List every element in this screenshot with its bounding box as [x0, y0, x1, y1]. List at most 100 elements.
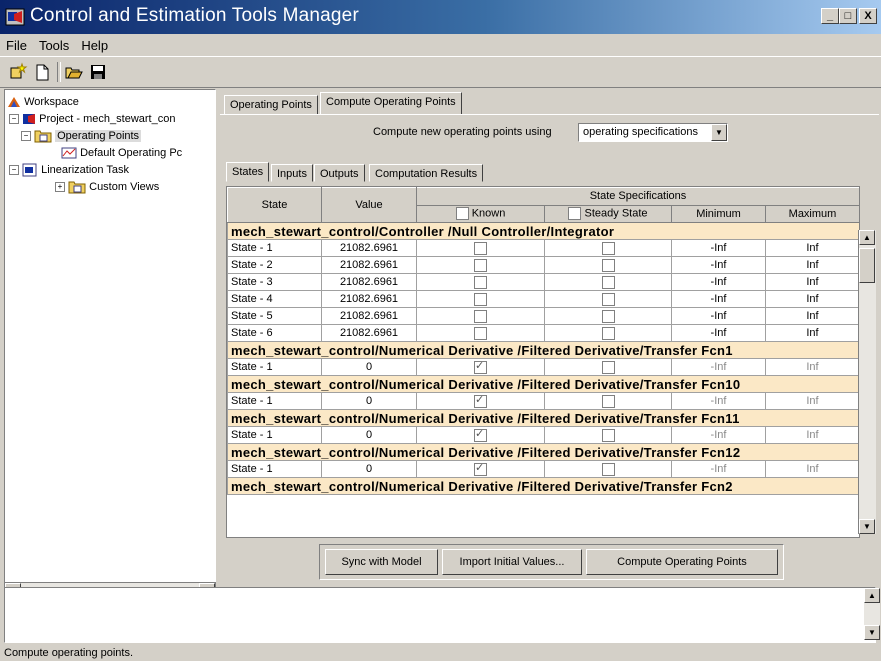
tab-states[interactable]: States	[226, 162, 270, 182]
tree-node-operating-points[interactable]: − Operating Points	[21, 128, 142, 144]
chevron-down-icon[interactable]: ▼	[711, 124, 727, 141]
state-cell[interactable]: State - 6	[227, 324, 322, 342]
minimum-cell[interactable]: -Inf	[671, 307, 766, 325]
table-row[interactable]: State - 3 21082.6961 -Inf Inf	[227, 273, 859, 291]
minimum-cell[interactable]: -Inf	[671, 392, 766, 410]
steady-checkbox[interactable]	[601, 394, 615, 408]
table-row[interactable]: State - 5 21082.6961 -Inf Inf	[227, 307, 859, 325]
known-checkbox[interactable]	[474, 326, 487, 340]
table-row[interactable]: State - 4 21082.6961 -Inf Inf	[227, 290, 859, 308]
value-cell[interactable]: 0	[321, 460, 417, 478]
steady-checkbox[interactable]	[601, 428, 615, 442]
known-checkbox[interactable]	[474, 258, 487, 272]
known-checkbox[interactable]	[474, 309, 487, 323]
maximum-cell[interactable]: Inf	[765, 358, 859, 376]
minimize-button[interactable]: _	[821, 8, 839, 24]
state-cell[interactable]: State - 3	[227, 273, 322, 291]
collapse-icon[interactable]: −	[9, 114, 19, 125]
compute-operating-points-button[interactable]: Compute Operating Points	[586, 549, 778, 575]
steady-checkbox[interactable]	[601, 241, 615, 255]
new-task-icon[interactable]	[32, 62, 52, 82]
table-row[interactable]: State - 10 -InfInf	[227, 460, 859, 478]
sync-with-model-button[interactable]: Sync with Model	[325, 549, 438, 575]
maximum-cell[interactable]: Inf	[765, 290, 859, 308]
known-all-checkbox[interactable]	[455, 207, 469, 221]
close-button[interactable]: X	[859, 8, 877, 24]
state-cell[interactable]: State - 4	[227, 290, 322, 308]
table-row[interactable]: State - 2 21082.6961 -Inf Inf	[227, 256, 859, 274]
known-checkbox[interactable]	[474, 360, 487, 374]
maximum-cell[interactable]: Inf	[765, 426, 859, 444]
scroll-down-icon[interactable]: ▼	[859, 519, 875, 534]
tab-operating-points[interactable]: Operating Points	[224, 95, 318, 115]
menu-help[interactable]: Help	[75, 34, 114, 53]
state-cell[interactable]: State - 1	[227, 426, 322, 444]
tab-outputs[interactable]: Outputs	[314, 164, 365, 182]
steady-all-checkbox[interactable]	[568, 207, 582, 221]
known-checkbox[interactable]	[474, 292, 487, 306]
tree-node-default-op[interactable]: Default Operating Pc	[61, 145, 182, 161]
collapse-icon[interactable]: −	[21, 131, 31, 142]
steady-checkbox[interactable]	[601, 360, 615, 374]
minimum-cell[interactable]: -Inf	[671, 239, 766, 257]
table-row[interactable]: State - 10 -InfInf	[227, 426, 859, 444]
known-checkbox[interactable]	[474, 394, 487, 408]
import-initial-values-button[interactable]: Import Initial Values...	[442, 549, 582, 575]
maximum-cell[interactable]: Inf	[765, 273, 859, 291]
maximum-cell[interactable]: Inf	[765, 460, 859, 478]
scroll-up-icon[interactable]: ▲	[864, 588, 880, 603]
table-row[interactable]: State - 6 21082.6961 -Inf Inf	[227, 324, 859, 342]
maximum-cell[interactable]: Inf	[765, 324, 859, 342]
value-cell[interactable]: 0	[321, 392, 417, 410]
scroll-up-icon[interactable]: ▲	[859, 230, 875, 245]
tree-node-project[interactable]: − Project - mech_stewart_con	[9, 111, 175, 127]
menu-file[interactable]: File	[0, 34, 33, 53]
state-cell[interactable]: State - 2	[227, 256, 322, 274]
collapse-icon[interactable]: −	[9, 165, 19, 176]
tree-node-custom-views[interactable]: + Custom Views	[55, 179, 159, 195]
minimum-cell[interactable]: -Inf	[671, 324, 766, 342]
value-cell[interactable]: 21082.6961	[321, 290, 417, 308]
steady-checkbox[interactable]	[601, 275, 615, 289]
maximum-cell[interactable]: Inf	[765, 307, 859, 325]
maximum-cell[interactable]: Inf	[765, 239, 859, 257]
known-checkbox[interactable]	[474, 275, 487, 289]
minimum-cell[interactable]: -Inf	[671, 358, 766, 376]
table-row[interactable]: State - 1 21082.6961 -Inf Inf	[227, 239, 859, 257]
state-cell[interactable]: State - 1	[227, 239, 322, 257]
scroll-thumb[interactable]	[859, 248, 875, 283]
known-checkbox[interactable]	[474, 241, 487, 255]
scroll-down-icon[interactable]: ▼	[864, 625, 880, 640]
compute-method-select[interactable]: operating specifications ▼	[578, 123, 728, 142]
minimum-cell[interactable]: -Inf	[671, 460, 766, 478]
value-cell[interactable]: 21082.6961	[321, 273, 417, 291]
steady-checkbox[interactable]	[601, 326, 615, 340]
maximum-cell[interactable]: Inf	[765, 392, 859, 410]
value-cell[interactable]: 21082.6961	[321, 256, 417, 274]
state-cell[interactable]: State - 5	[227, 307, 322, 325]
tab-computation-results[interactable]: Computation Results	[369, 164, 484, 182]
steady-checkbox[interactable]	[601, 462, 615, 476]
tree-node-workspace[interactable]: Workspace	[7, 94, 79, 110]
open-icon[interactable]	[64, 62, 84, 82]
tab-inputs[interactable]: Inputs	[271, 164, 313, 182]
steady-checkbox[interactable]	[601, 292, 615, 306]
table-vertical-scrollbar[interactable]: ▲ ▼	[858, 230, 876, 534]
menu-tools[interactable]: Tools	[33, 34, 75, 53]
project-tree[interactable]: Workspace − Project - mech_stewart_con −…	[4, 89, 216, 584]
maximum-cell[interactable]: Inf	[765, 256, 859, 274]
new-project-icon[interactable]	[8, 62, 28, 82]
minimum-cell[interactable]: -Inf	[671, 426, 766, 444]
table-row[interactable]: State - 10 -InfInf	[227, 358, 859, 376]
minimum-cell[interactable]: -Inf	[671, 273, 766, 291]
value-cell[interactable]: 21082.6961	[321, 324, 417, 342]
state-cell[interactable]: State - 1	[227, 358, 322, 376]
table-row[interactable]: State - 10 -InfInf	[227, 392, 859, 410]
value-cell[interactable]: 21082.6961	[321, 239, 417, 257]
state-cell[interactable]: State - 1	[227, 460, 322, 478]
state-cell[interactable]: State - 1	[227, 392, 322, 410]
states-table[interactable]: State Value State Specifications Known S…	[226, 186, 860, 538]
message-console[interactable]	[4, 587, 876, 643]
maximize-button[interactable]: □	[839, 8, 857, 24]
console-scrollbar[interactable]: ▲ ▼	[864, 588, 880, 640]
